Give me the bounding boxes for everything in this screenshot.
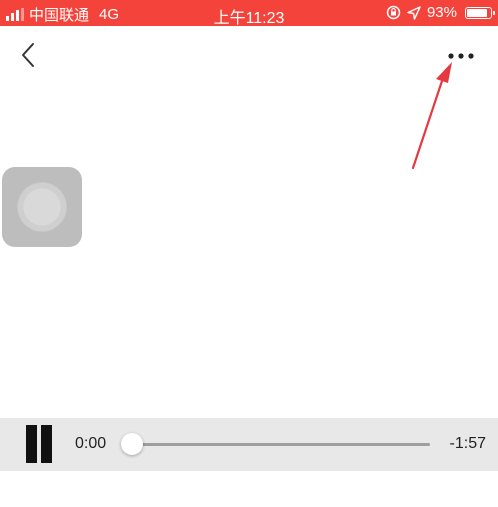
- more-horizontal-icon: [448, 53, 474, 59]
- battery-percentage: 93%: [426, 4, 457, 21]
- status-bar: 中国联通 4G 上午11:23 93%: [0, 0, 498, 27]
- time-remaining: -1:57: [449, 435, 486, 452]
- more-options-button[interactable]: [440, 44, 480, 68]
- chevron-left-icon: [22, 43, 34, 67]
- progress-thumb[interactable]: [121, 433, 143, 455]
- audio-placeholder-icon: [17, 182, 67, 232]
- location-icon: [407, 5, 421, 20]
- orientation-lock-icon: [386, 5, 401, 20]
- time-elapsed: 0:00: [75, 435, 107, 452]
- pause-button[interactable]: [24, 425, 56, 463]
- battery-icon: [465, 6, 495, 19]
- audio-player-bar: 0:00 -1:57: [0, 418, 498, 471]
- status-right: 93%: [386, 4, 495, 21]
- media-thumbnail: [2, 167, 82, 247]
- progress-track[interactable]: [130, 443, 430, 446]
- back-button[interactable]: [14, 40, 44, 70]
- pause-icon: [26, 425, 37, 463]
